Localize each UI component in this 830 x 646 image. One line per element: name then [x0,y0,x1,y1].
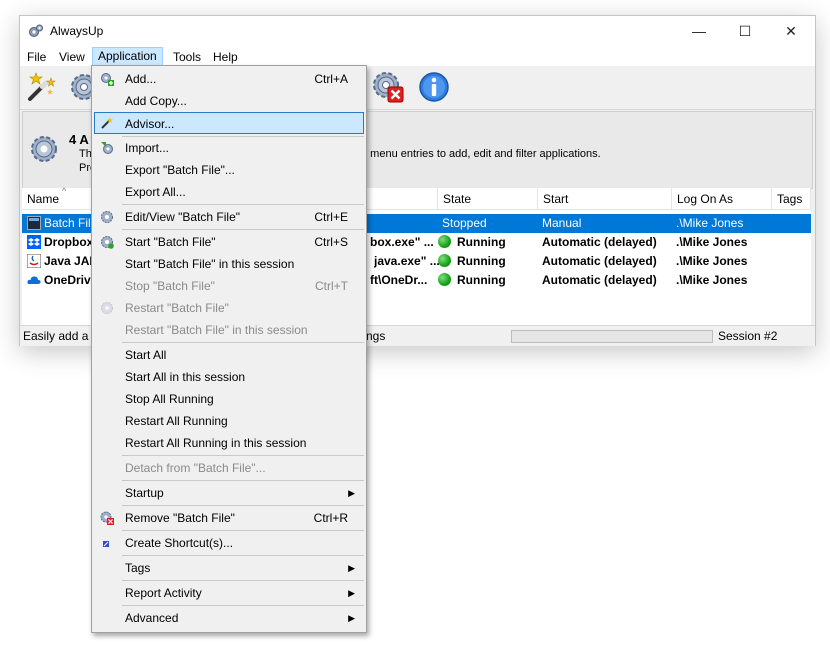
menu-item-start-all-session[interactable]: Start All in this session [94,366,364,388]
menu-item-advanced[interactable]: Advanced ▶ [94,607,364,629]
menu-separator [122,455,364,456]
batch-file-icon [27,216,41,230]
menu-item-advisor[interactable]: Advisor... [94,112,364,134]
menu-file[interactable]: File [22,48,51,66]
menu-item-edit-view[interactable]: Edit/View "Batch File" Ctrl+E [94,206,364,228]
menu-item-add-copy[interactable]: Add Copy... [94,90,364,112]
menu-view[interactable]: View [54,48,90,66]
close-button[interactable]: ✕ [768,16,814,46]
running-icon [438,273,451,286]
magic-wand-icon [101,117,113,129]
menu-item-detach: Detach from "Batch File"... [125,461,266,475]
menu-item-stop-all[interactable]: Stop All Running [94,388,364,410]
menu-separator [122,505,364,506]
gear-add-icon [101,73,114,86]
column-header-logon[interactable]: Log On As [672,188,772,210]
window-title: AlwaysUp [50,24,104,38]
menu-item-restart: Restart "Batch File" [94,297,364,319]
menu-item-import[interactable]: Import... [94,137,364,159]
submenu-arrow-icon: ▶ [348,563,355,573]
menu-separator [122,580,364,581]
import-icon [101,142,113,154]
menu-item-start-in-session[interactable]: Start "Batch File" in this session [94,253,364,275]
shortcut-icon [103,541,109,547]
menu-separator [122,229,364,230]
minimize-button[interactable]: — [676,16,722,46]
menu-item-start[interactable]: Start "Batch File" Ctrl+S [94,231,364,253]
column-header-state[interactable]: State [438,188,538,210]
menu-help[interactable]: Help [208,48,243,66]
gear-icon [31,136,57,162]
info-description: d menu entries to add, edit and filter a… [361,148,601,160]
menu-item-export[interactable]: Export "Batch File"... [94,159,364,181]
magic-wand-icon[interactable] [24,69,60,105]
menu-application[interactable]: Application [92,47,163,67]
menu-separator [122,342,364,343]
column-header-tags[interactable]: Tags [772,188,811,210]
submenu-arrow-icon: ▶ [348,488,355,498]
menu-item-stop: Stop "Batch File" Ctrl+T [125,279,348,293]
menu-separator [122,204,364,205]
info-title: 4 A [69,132,89,147]
menu-item-restart-in-session: Restart "Batch File" in this session [125,323,308,337]
menu-item-export-all[interactable]: Export All... [94,181,364,203]
running-icon [438,235,451,248]
menu-separator [122,605,364,606]
status-text-mid: ngs [366,329,386,343]
column-header-start[interactable]: Start [538,188,672,210]
submenu-arrow-icon: ▶ [348,588,355,598]
progress-bar [511,330,713,343]
menu-separator [122,530,364,531]
gear-restart-icon [101,302,113,314]
menu-tools[interactable]: Tools [168,48,206,66]
gear-start-icon [101,236,114,249]
title-bar: AlwaysUp — ☐ ✕ [20,16,815,46]
java-icon [27,254,41,268]
gear-remove-icon [100,511,114,525]
maximize-button[interactable]: ☐ [722,16,768,46]
menu-item-startup[interactable]: Startup ▶ [94,482,364,504]
app-gear-icon [29,24,43,37]
menu-item-restart-all[interactable]: Restart All Running [94,410,364,432]
sort-arrow-icon: ^ [62,186,67,196]
onedrive-icon [27,276,41,284]
session-label: Session #2 [718,329,778,343]
menu-item-tags[interactable]: Tags ▶ [94,557,364,579]
info-line-1: Th [79,148,92,160]
menu-item-restart-all-session[interactable]: Restart All Running in this session [94,432,364,454]
menu-separator [122,480,364,481]
menu-item-remove[interactable]: Remove "Batch File" Ctrl+R [94,507,364,529]
running-icon [438,254,451,267]
menu-bar: File View Application Tools Help [20,46,815,67]
application-menu: Add... Ctrl+A Add Copy... Advisor... Imp… [91,65,367,633]
status-text: Easily add a w [23,329,101,343]
menu-item-report-activity[interactable]: Report Activity ▶ [94,582,364,604]
gear-remove-icon[interactable] [370,69,406,105]
info-icon[interactable] [416,69,452,105]
menu-item-start-all[interactable]: Start All [94,344,364,366]
menu-item-add[interactable]: Add... Ctrl+A [94,68,364,90]
menu-separator [122,555,364,556]
submenu-arrow-icon: ▶ [348,613,355,623]
gear-edit-icon [101,211,113,223]
menu-item-create-shortcut[interactable]: Create Shortcut(s)... [94,532,364,554]
dropbox-icon [27,235,41,249]
